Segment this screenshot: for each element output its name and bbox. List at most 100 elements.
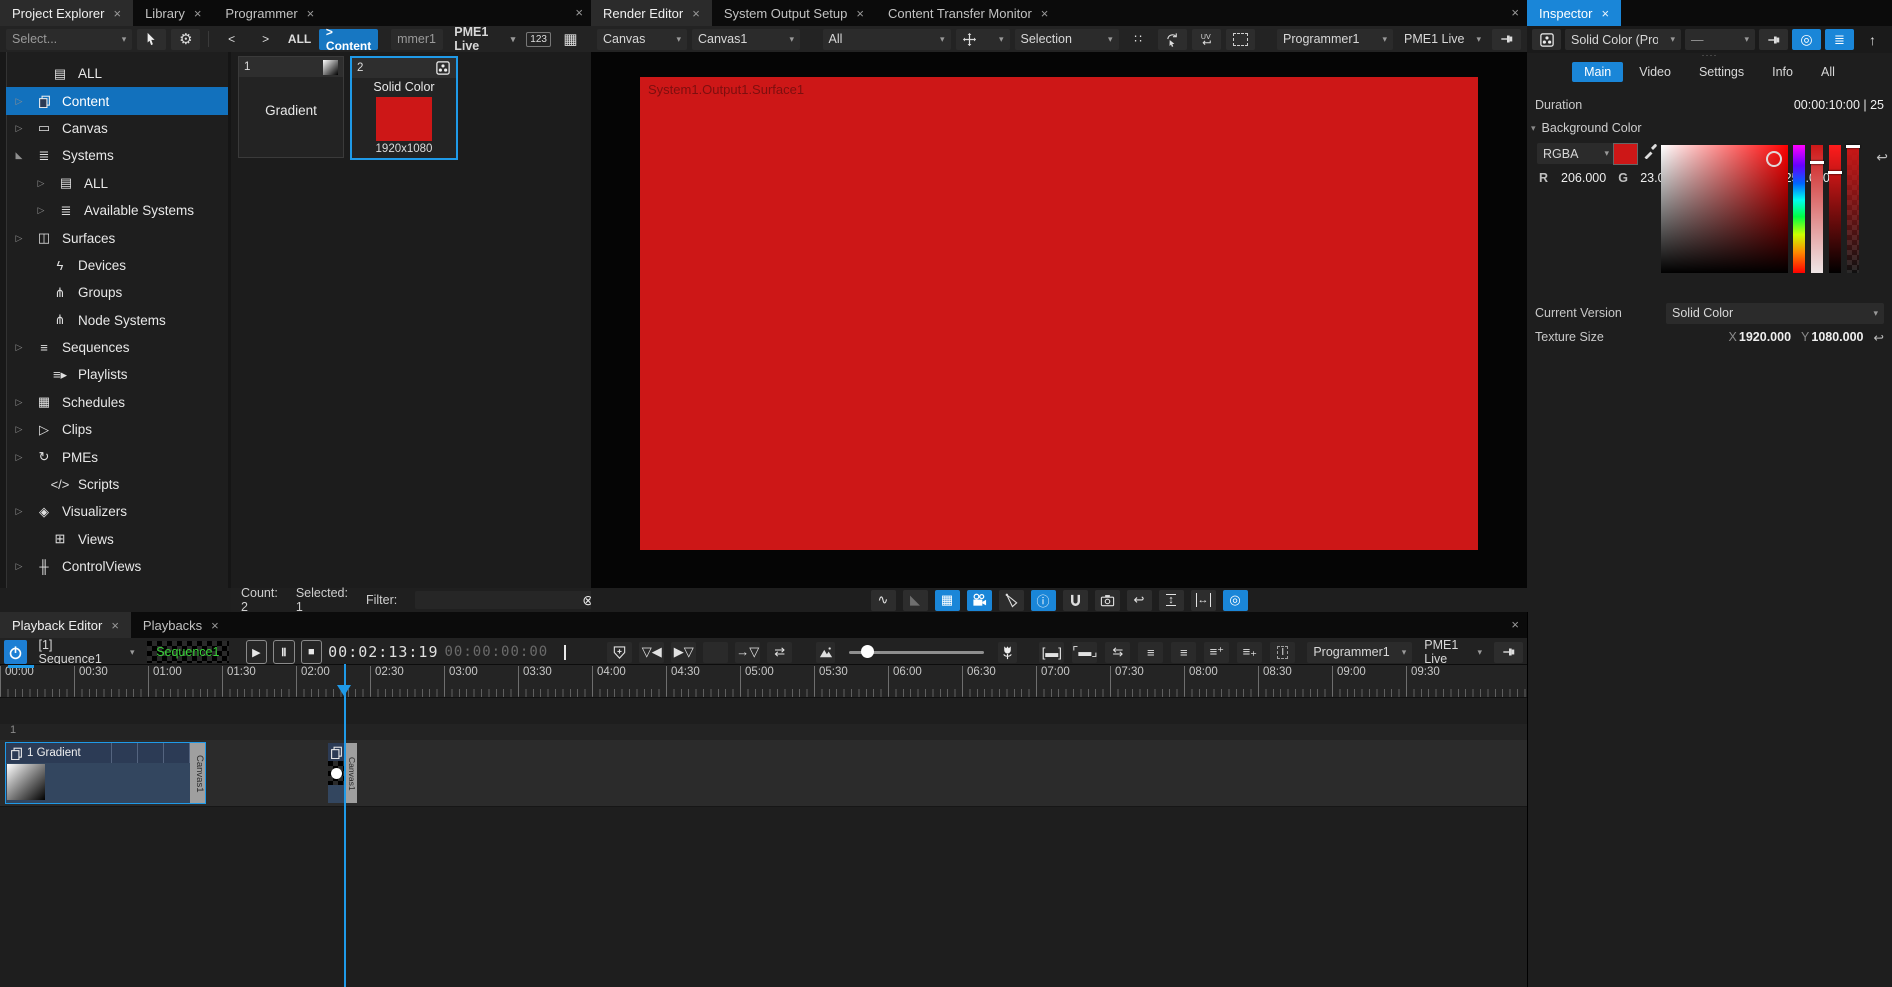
- toolbar-button[interactable]: ↔: [1191, 590, 1216, 611]
- sidebar-item-groups[interactable]: ⋔ Groups: [6, 279, 234, 306]
- follow-selection-button[interactable]: ◎: [1792, 29, 1821, 50]
- programmer-dropdown[interactable]: Programmer1: [1277, 29, 1393, 50]
- saturation-value-picker[interactable]: [1661, 145, 1788, 273]
- close-tab-icon[interactable]: [113, 6, 121, 21]
- close-tab-icon[interactable]: [1041, 6, 1049, 21]
- content-tile[interactable]: 2 Solid Color 1920x1080: [350, 56, 458, 160]
- timeline-tool-button[interactable]: ≡⁺: [1204, 642, 1229, 663]
- sidebar-item-controlviews[interactable]: ▷ ╫ ControlViews: [6, 553, 234, 580]
- pin-inspector-button[interactable]: [1759, 29, 1788, 50]
- canvas-select-dropdown[interactable]: Canvas1: [692, 29, 800, 50]
- nav-forward-button[interactable]: >: [251, 29, 280, 50]
- settings-button[interactable]: ⚙: [171, 29, 200, 50]
- sidebar-item-scripts[interactable]: </> Scripts: [6, 471, 234, 498]
- uv-tool-button[interactable]: UV: [1192, 29, 1221, 50]
- filter-field[interactable]: ⊗: [415, 591, 600, 609]
- clip-canvas-tag[interactable]: Canvas1: [190, 743, 205, 803]
- close-tab-icon[interactable]: [194, 6, 202, 21]
- close-tab-icon[interactable]: [856, 6, 864, 21]
- toolbar-button[interactable]: [1063, 590, 1088, 611]
- clip-gradient[interactable]: 1 Gradient Canvas1: [6, 743, 205, 803]
- close-panel-icon[interactable]: [1511, 617, 1519, 632]
- clip-canvas-tag[interactable]: Canvas1: [344, 743, 357, 803]
- timeline-scroll-indicator[interactable]: [8, 665, 34, 668]
- output-surface[interactable]: System1.Output1.Surface1: [640, 77, 1478, 550]
- timeline-tool-button[interactable]: ≡: [1138, 642, 1163, 663]
- toolbar-button[interactable]: ∿: [871, 590, 896, 611]
- render-viewport[interactable]: System1.Output1.Surface1: [591, 52, 1527, 588]
- pin-panel-button[interactable]: [1494, 642, 1523, 663]
- pme-live-dropdown[interactable]: PME1 Live: [448, 29, 521, 50]
- breadcrumb-content[interactable]: > Content: [319, 29, 378, 50]
- tab-inspector-video[interactable]: Video: [1627, 62, 1683, 82]
- canvas-mode-dropdown[interactable]: Canvas: [597, 29, 687, 50]
- sidebar-item-devices[interactable]: ϟ Devices: [6, 252, 234, 279]
- sidebar-item-visualizers[interactable]: ▷ ◈ Visualizers: [6, 498, 234, 525]
- clip-solid-color[interactable]: Canvas1: [328, 743, 357, 803]
- preview-quality-button[interactable]: [816, 642, 835, 663]
- sidebar-item-pmes[interactable]: ▷ ↻ PMEs: [6, 443, 234, 470]
- slider-knob[interactable]: [861, 645, 874, 658]
- transform-tool-button[interactable]: [1158, 29, 1187, 50]
- background-color-section[interactable]: ▾ Background Color: [1527, 117, 1892, 139]
- timeline-tool-button[interactable]: ≡: [1171, 642, 1196, 663]
- toolbar-button[interactable]: ◎: [1223, 590, 1248, 611]
- current-version-dropdown[interactable]: Solid Color: [1666, 303, 1884, 324]
- texture-width-value[interactable]: 1920.000: [1739, 330, 1791, 344]
- alpha-slider[interactable]: [1847, 145, 1859, 273]
- sidebar-item-canvas[interactable]: ▷ ▭ Canvas: [6, 115, 234, 142]
- toolbar-button[interactable]: [999, 590, 1024, 611]
- timeline-track-lane[interactable]: 1 Gradient Canvas1 Canvas1: [0, 740, 1527, 806]
- value-slider[interactable]: [1829, 145, 1841, 273]
- tab-library[interactable]: Library: [133, 0, 213, 26]
- tab-programmer[interactable]: Programmer: [213, 0, 326, 26]
- sidebar-item-available-systems[interactable]: ▷ ≣ Available Systems: [6, 197, 234, 224]
- timecode-display[interactable]: 00:02:13:19: [328, 643, 438, 661]
- saturation-slider[interactable]: [1811, 145, 1823, 273]
- tab-playbacks[interactable]: Playbacks: [131, 612, 231, 638]
- tab-inspector[interactable]: Inspector: [1527, 0, 1621, 26]
- transport-button[interactable]: [607, 642, 632, 663]
- transport-button[interactable]: ⇄: [767, 642, 792, 663]
- reset-color-icon[interactable]: ↩: [1876, 149, 1888, 166]
- timeline-tool-button[interactable]: I: [1270, 642, 1295, 663]
- hue-slider[interactable]: [1793, 145, 1805, 273]
- pin-panel-button[interactable]: [1492, 29, 1521, 50]
- timeline-tool-button[interactable]: ⇆: [1105, 642, 1130, 663]
- tab-render-editor[interactable]: Render Editor: [591, 0, 712, 26]
- list-view-button[interactable]: ≣: [1825, 29, 1854, 50]
- toolbar-button[interactable]: [1095, 590, 1120, 611]
- color-channel-row[interactable]: R206.000: [1539, 171, 1606, 190]
- play-button[interactable]: ▶: [246, 640, 268, 664]
- tab-content-transfer-monitor[interactable]: Content Transfer Monitor: [876, 0, 1060, 26]
- grid-view-button[interactable]: ▦: [556, 29, 585, 50]
- toolbar-button[interactable]: ↕: [1159, 590, 1184, 611]
- eyedropper-icon[interactable]: [1643, 143, 1659, 159]
- transport-button[interactable]: ▽◀: [639, 642, 664, 663]
- tab-inspector-all[interactable]: All: [1809, 62, 1847, 82]
- playhead-line[interactable]: [344, 664, 346, 987]
- inspected-type-button[interactable]: [1532, 29, 1561, 50]
- timeline-ruler[interactable]: 00:0000:3001:0001:3002:0002:3003:0003:30…: [0, 664, 1527, 698]
- select-dropdown[interactable]: Select...: [6, 29, 132, 50]
- pme-live-dropdown[interactable]: PME1 Live: [1398, 29, 1487, 50]
- color-swatch[interactable]: [1613, 143, 1638, 165]
- close-tab-icon[interactable]: [211, 618, 219, 633]
- color-mode-dropdown[interactable]: RGBA: [1537, 143, 1615, 164]
- sidebar-item-systems-all[interactable]: ▷ ▤ ALL: [6, 170, 234, 197]
- nav-back-button[interactable]: <: [217, 29, 246, 50]
- sidebar-item-sequences[interactable]: ▷ ≡ Sequences: [6, 334, 234, 361]
- pointer-tool-button[interactable]: [137, 29, 166, 50]
- toolbar-button[interactable]: ⓘ: [1031, 590, 1056, 611]
- tab-inspector-settings[interactable]: Settings: [1687, 62, 1756, 82]
- secondary-dropdown[interactable]: —: [1685, 29, 1755, 50]
- close-tab-icon[interactable]: [692, 6, 700, 21]
- render-detail-button[interactable]: [998, 642, 1017, 663]
- pause-button[interactable]: Ⅱ: [273, 640, 295, 664]
- tab-playback-editor[interactable]: Playback Editor: [0, 612, 131, 638]
- breadcrumb-all[interactable]: ALL: [285, 29, 314, 50]
- reset-size-icon[interactable]: ↩: [1874, 330, 1884, 345]
- preview-quality-slider[interactable]: [849, 651, 984, 654]
- filter-input[interactable]: [415, 593, 582, 607]
- texture-height-value[interactable]: 1080.000: [1811, 330, 1863, 344]
